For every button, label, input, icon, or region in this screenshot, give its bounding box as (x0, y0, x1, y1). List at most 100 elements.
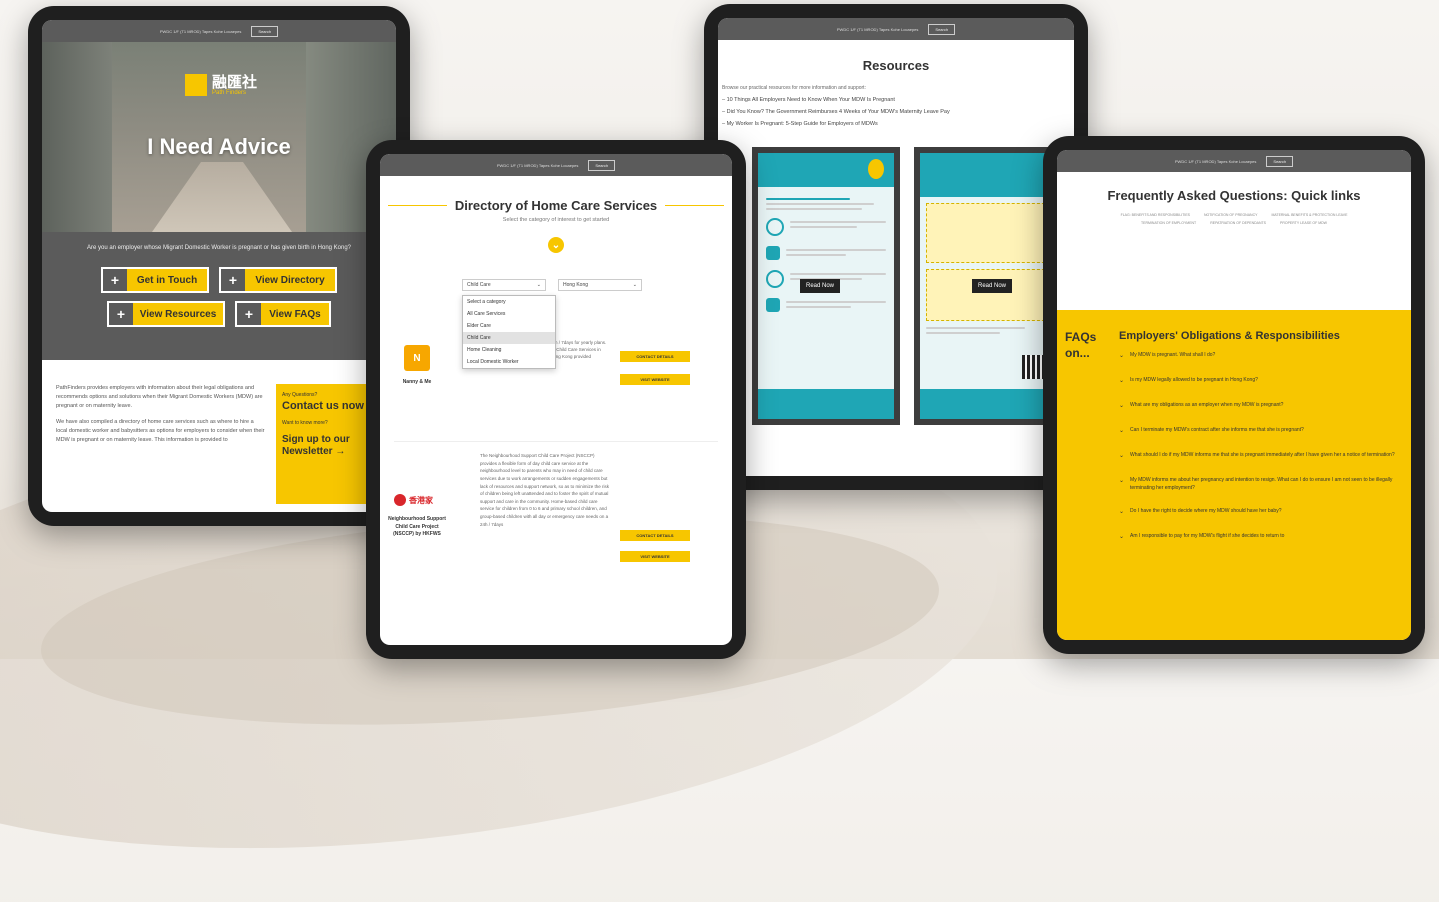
dropdown-option[interactable]: Select a category (463, 296, 555, 308)
provider-logo: 香港家 (394, 494, 433, 506)
hkfws-logo-icon (394, 494, 406, 506)
faq-question-text: My MDW is pregnant. What shall I do? (1130, 352, 1216, 358)
top-bar-search-button[interactable]: Search (1266, 155, 1294, 167)
logo-text: 融匯社 (212, 73, 258, 91)
provider-name: Neighbourhood Support Child Care Project… (388, 516, 446, 537)
faqs-on-label: FAQs on... (1065, 330, 1097, 360)
scroll-down-icon[interactable]: ⌄ (548, 237, 564, 253)
dropdown-option-selected[interactable]: Child Care (463, 332, 555, 344)
quick-link[interactable]: PROPERTY LEASE OF MDW (1280, 221, 1327, 225)
contact-details-button[interactable]: CONTACT DETAILS (620, 530, 690, 541)
plus-icon: + (237, 303, 261, 325)
faq-question[interactable]: ⌄ My MDW informs me about her pregnancy a… (1119, 477, 1401, 492)
chevron-down-icon: ⌄ (1119, 378, 1125, 384)
resources-screen: PWDC 1/F (T1 MROD) Tapes Kohe Locaepes S… (718, 18, 1074, 476)
faq-question-text: Am I responsible to pay for my MDW's fli… (1130, 533, 1285, 539)
dropdown-option[interactable]: All Care Services (463, 308, 555, 320)
faq-question-text: Can I terminate my MDW's contract after … (1130, 427, 1304, 433)
contact-details-button[interactable]: CONTACT DETAILS (620, 351, 690, 362)
faq-question[interactable]: ⌄ Can I terminate my MDW's contract after… (1119, 427, 1401, 436)
visit-website-button[interactable]: VISIT WEBSITE (620, 374, 690, 385)
resource-link-text: Did You Know? The Government Reimburses … (726, 109, 950, 115)
faq-question[interactable]: ⌄ What should I do if my MDW informs me t… (1119, 452, 1401, 461)
button-label: Get in Touch (136, 274, 198, 286)
resources-intro: Browse our practical resources for more … (722, 85, 866, 91)
chevron-down-icon: ⌄ (1119, 478, 1125, 484)
faq-title: Frequently Asked Questions: Quick links (1107, 188, 1361, 203)
quick-link[interactable]: MATERNAL BENEFITS & PROTECTION LEAVE (1271, 213, 1347, 217)
button-label: View Resources (139, 308, 217, 320)
faq-question[interactable]: ⌄ What are my obligations as an employer … (1119, 402, 1401, 411)
dropdown-option[interactable]: Home Cleaning (463, 344, 555, 356)
cta-panel: Are you an employer whose Migrant Domest… (42, 232, 396, 360)
hero-banner: 融匯社 Path Finders I Need Advice (42, 42, 396, 232)
region-select[interactable]: Hong Kong ⌄ (558, 279, 642, 291)
chevron-down-icon: ⌄ (1119, 453, 1125, 459)
read-now-button[interactable]: Read Now (800, 279, 841, 293)
top-bar-search-button[interactable]: Search (588, 159, 616, 171)
faq-question-text: Do I have the right to decide where my M… (1130, 508, 1282, 514)
resource-link[interactable]: – Did You Know? The Government Reimburse… (722, 109, 1074, 115)
top-bar-search-button[interactable]: Search (928, 23, 956, 35)
dropdown-option[interactable]: Local Domestic Worker (463, 356, 555, 368)
faq-section: FAQs on... Employers' Obligations & Resp… (1057, 310, 1411, 640)
faq-question[interactable]: ⌄ My MDW is pregnant. What shall I do? (1119, 352, 1401, 361)
tablet-advice: PWDC 1/F (T1 MROD) Tapes Kohe Locaepes S… (28, 6, 410, 526)
category-dropdown-menu: Select a category All Care Services Elde… (462, 295, 556, 369)
resource-link-text: My Worker Is Pregnant: 5-Step Guide for … (726, 121, 878, 127)
faq-quick-links: FLAG: BENEFITS AND RESPONSIBILITIES NOTI… (1057, 203, 1411, 225)
faq-question[interactable]: ⌄ Is my MDW legally allowed to be pregnan… (1119, 377, 1401, 386)
hero-title: I Need Advice (147, 134, 291, 159)
faq-question[interactable]: ⌄ Am I responsible to pay for my MDW's fl… (1119, 533, 1401, 542)
quick-link[interactable]: REPATRIATION OF DEPENDANTS (1210, 221, 1266, 225)
hero-walkway (152, 162, 292, 232)
category-select[interactable]: Child Care ⌄ (462, 279, 546, 291)
top-bar-text: PWDC 1/F (T1 MROD) Tapes Kohe Locaepes (836, 26, 919, 32)
faq-question[interactable]: ⌄ Do I have the right to decide where my … (1119, 508, 1401, 517)
plus-icon: + (103, 269, 127, 291)
read-now-button[interactable]: Read Now (972, 279, 1013, 293)
chevron-down-icon: ⌄ (1119, 353, 1125, 359)
tablet-faq: PWDC 1/F (T1 MROD) Tapes Kohe Locaepes S… (1043, 136, 1425, 654)
chevron-down-icon: ⌄ (1119, 534, 1125, 540)
advice-screen: PWDC 1/F (T1 MROD) Tapes Kohe Locaepes S… (42, 20, 396, 512)
resource-link[interactable]: – 10 Things All Employers Need to Know W… (722, 97, 1074, 103)
faq-question-text: What are my obligations as an employer w… (1130, 402, 1284, 408)
top-bar: PWDC 1/F (T1 MROD) Tapes Kohe Locaepes S… (718, 18, 1074, 40)
get-in-touch-button[interactable]: + Get in Touch (101, 267, 209, 293)
provider-description: The Neighbourhood Support Child Care Pro… (480, 453, 610, 527)
body-paragraph: PathFinders provides employers with info… (56, 385, 263, 409)
quick-link[interactable]: TERMINATION OF EMPLOYMENT (1141, 221, 1196, 225)
view-directory-button[interactable]: + View Directory (219, 267, 337, 293)
provider-row: N Nanny & Me 24h / 7days for yearly plan… (380, 291, 732, 441)
button-label: View Directory (255, 274, 325, 286)
chevron-down-icon: ⌄ (536, 282, 541, 288)
resource-link-text: 10 Things All Employers Need to Know Whe… (726, 97, 895, 103)
view-resources-button[interactable]: + View Resources (107, 301, 225, 327)
visit-website-button[interactable]: VISIT WEBSITE (620, 551, 690, 562)
faq-question-text: Is my MDW legally allowed to be pregnant… (1130, 377, 1258, 383)
provider-name: Nanny & Me (402, 379, 432, 385)
category-select-value: Child Care (467, 282, 491, 288)
view-faqs-button[interactable]: + View FAQs (235, 301, 331, 327)
provider-row: 香港家 Neighbourhood Support Child Care Pro… (380, 442, 732, 632)
top-bar-search-button[interactable]: Search (251, 25, 279, 37)
chevron-down-icon: ⌄ (1119, 509, 1125, 515)
directory-screen: PWDC 1/F (T1 MROD) Tapes Kohe Locaepes S… (380, 154, 732, 645)
top-bar: PWDC 1/F (T1 MROD) Tapes Kohe Locaepes S… (380, 154, 732, 176)
body-paragraph: We have also compiled a directory of hom… (56, 419, 265, 443)
infographic-card[interactable]: Read Now (914, 147, 1062, 425)
logo: 融匯社 Path Finders (185, 74, 257, 96)
plus-icon: + (109, 303, 133, 325)
infographic-card[interactable]: Read Now (752, 147, 900, 425)
chevron-down-icon: ⌄ (1119, 403, 1125, 409)
quick-link[interactable]: NOTIFICATION OF PREGNANCY (1204, 213, 1257, 217)
chevron-down-icon: ⌄ (632, 282, 637, 288)
quick-link[interactable]: FLAG: BENEFITS AND RESPONSIBILITIES (1121, 213, 1190, 217)
directory-subtitle: Select the category of interest to get s… (502, 217, 610, 223)
dropdown-option[interactable]: Elder Care (463, 320, 555, 332)
top-bar-text: PWDC 1/F (T1 MROD) Tapes Kohe Locaepes (1174, 158, 1257, 164)
directory-title: Directory of Home Care Services (454, 198, 658, 213)
cta-question: Are you an employer whose Migrant Domest… (86, 245, 352, 251)
resource-link[interactable]: – My Worker Is Pregnant: 5-Step Guide fo… (722, 121, 1074, 127)
